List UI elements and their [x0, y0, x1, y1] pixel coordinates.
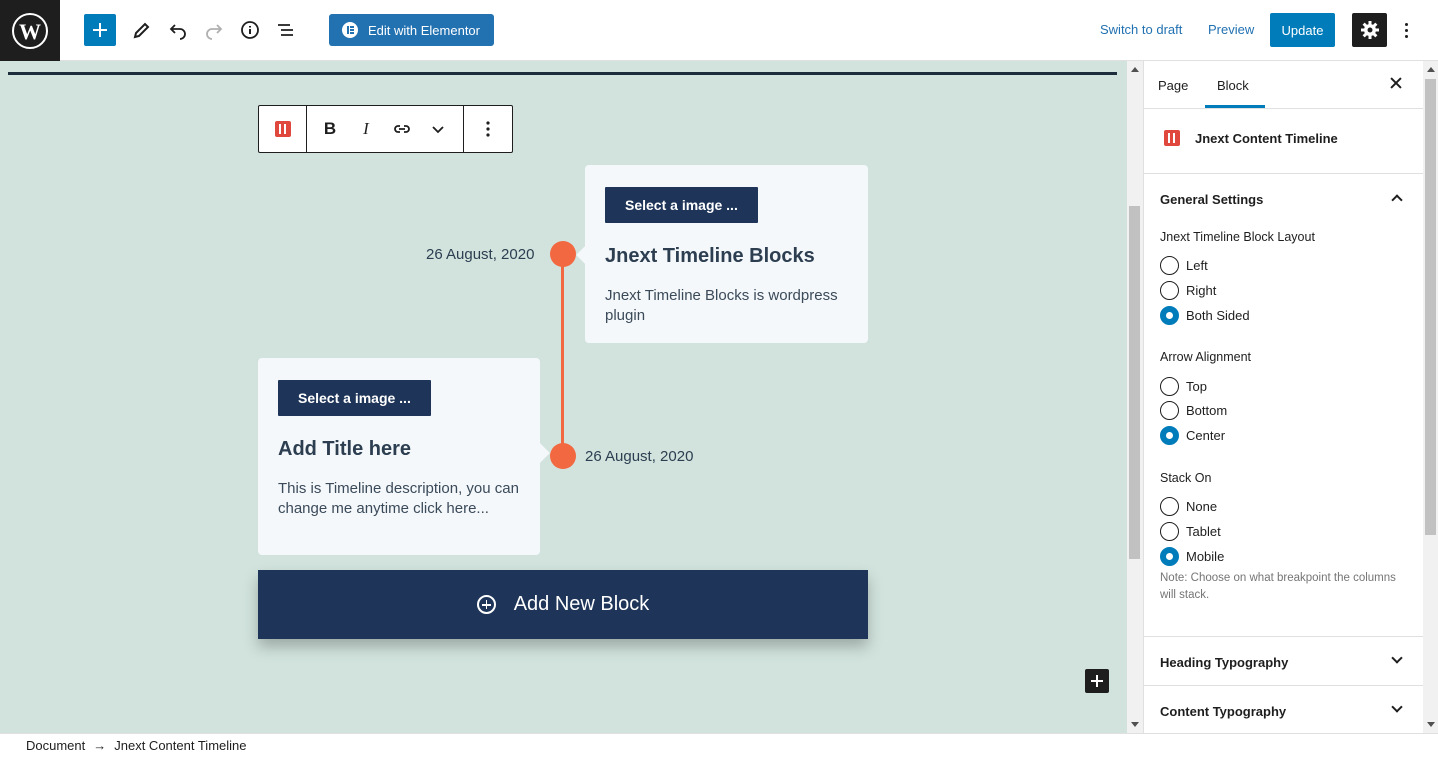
info-icon[interactable] [234, 14, 266, 46]
timeline-card-description[interactable]: This is Timeline description, you can ch… [278, 479, 520, 519]
breadcrumb-document[interactable]: Document [26, 738, 85, 753]
edit-with-elementor-button[interactable]: Edit with Elementor [329, 14, 494, 46]
timeline-card[interactable]: Select a image ... Jnext Timeline Blocks… [576, 165, 868, 343]
timeline-line [561, 254, 564, 456]
breadcrumb-separator: → [93, 738, 107, 753]
general-settings-panel: General Settings Jnext Timeline Block La… [1144, 174, 1423, 637]
separator-line [8, 72, 1117, 75]
add-block-button[interactable] [84, 14, 116, 46]
settings-sidebar: Page Block Jnext Content Timeline Genera… [1143, 61, 1423, 733]
list-view-icon[interactable] [270, 14, 302, 46]
timeline-card[interactable]: Select a image ... Add Title here This i… [258, 358, 550, 555]
content-typography-panel[interactable]: Content Typography [1144, 686, 1423, 733]
timeline-date: 26 August, 2020 [585, 448, 694, 465]
breadcrumb-current[interactable]: Jnext Content Timeline [114, 738, 246, 753]
timeline-card-description[interactable]: Jnext Timeline Blocks is wordpress plugi… [605, 286, 848, 326]
canvas-scrollbar[interactable] [1127, 61, 1143, 733]
more-options-icon[interactable] [1396, 14, 1416, 46]
block-options-icon[interactable] [470, 111, 506, 147]
tab-block[interactable]: Block [1217, 78, 1249, 93]
svg-text:W: W [19, 19, 41, 44]
wordpress-logo-icon[interactable]: W [0, 0, 60, 61]
block-name: Jnext Content Timeline [1195, 131, 1338, 146]
block-card: Jnext Content Timeline [1144, 109, 1423, 174]
stack-on-label: Stack On [1160, 471, 1212, 485]
heading-typography-panel[interactable]: Heading Typography [1144, 637, 1423, 686]
chevron-down-icon [1391, 652, 1403, 664]
sidebar-tabs: Page Block [1144, 61, 1423, 109]
radio-stack-none[interactable]: None [1160, 497, 1217, 516]
bold-button[interactable]: B [312, 111, 348, 147]
stack-note: Note: Choose on what breakpoint the colu… [1160, 572, 1396, 601]
content-typography-label: Content Typography [1160, 704, 1287, 719]
preview-link[interactable]: Preview [1208, 22, 1254, 37]
arrow-alignment-label: Arrow Alignment [1160, 350, 1252, 364]
italic-button[interactable]: I [348, 111, 384, 147]
editor-canvas: B I 26 August, 2020 26 August, 2020 Sele… [0, 61, 1127, 733]
general-settings-toggle[interactable]: General Settings [1160, 192, 1263, 207]
update-button[interactable]: Update [1270, 13, 1335, 47]
timeline-card-title[interactable]: Jnext Timeline Blocks [605, 245, 848, 268]
link-icon[interactable] [384, 111, 420, 147]
sidebar-scrollbar[interactable] [1423, 61, 1438, 733]
undo-icon[interactable] [162, 14, 194, 46]
elementor-icon [342, 22, 358, 38]
redo-icon[interactable] [198, 14, 230, 46]
radio-arrow-center[interactable]: Center [1160, 426, 1225, 445]
timeline-date: 26 August, 2020 [426, 246, 535, 263]
heading-typography-label: Heading Typography [1160, 655, 1289, 670]
block-toolbar: B I [258, 105, 513, 153]
radio-stack-tablet[interactable]: Tablet [1160, 522, 1221, 541]
select-image-button[interactable]: Select a image ... [605, 187, 758, 223]
radio-arrow-top[interactable]: Top [1160, 377, 1207, 396]
edit-with-elementor-label: Edit with Elementor [368, 22, 480, 38]
timeline-dot [550, 241, 576, 267]
radio-stack-mobile[interactable]: Mobile [1160, 547, 1224, 566]
add-new-block-button[interactable]: Add New Block [258, 570, 868, 639]
timeline-dot [550, 443, 576, 469]
add-new-block-label: Add New Block [513, 593, 650, 615]
select-image-button[interactable]: Select a image ... [278, 380, 431, 416]
radio-arrow-bottom[interactable]: Bottom [1160, 401, 1227, 420]
layout-label: Jnext Timeline Block Layout [1160, 230, 1315, 244]
block-type-icon[interactable] [265, 111, 301, 147]
plus-circle-icon [476, 595, 496, 614]
tab-page[interactable]: Page [1158, 78, 1188, 93]
chevron-down-icon[interactable] [420, 111, 456, 147]
chevron-down-icon [1391, 701, 1403, 713]
editor-header: W Edit with Elementor Switch to draft Pr… [0, 0, 1438, 61]
timeline-card-title[interactable]: Add Title here [278, 438, 520, 461]
radio-layout-right[interactable]: Right [1160, 281, 1216, 300]
switch-to-draft-link[interactable]: Switch to draft [1100, 22, 1182, 37]
timeline-block-icon [1164, 130, 1180, 146]
settings-gear-icon[interactable] [1352, 13, 1387, 47]
edit-pencil-icon[interactable] [126, 14, 158, 46]
radio-layout-left[interactable]: Left [1160, 256, 1208, 275]
block-inserter-plus-icon[interactable] [1085, 669, 1109, 693]
close-icon[interactable] [1388, 75, 1404, 91]
chevron-up-icon[interactable] [1391, 194, 1403, 206]
radio-layout-both-sided[interactable]: Both Sided [1160, 306, 1250, 325]
breadcrumb: Document → Jnext Content Timeline [0, 733, 1438, 757]
active-tab-indicator [1205, 105, 1265, 108]
